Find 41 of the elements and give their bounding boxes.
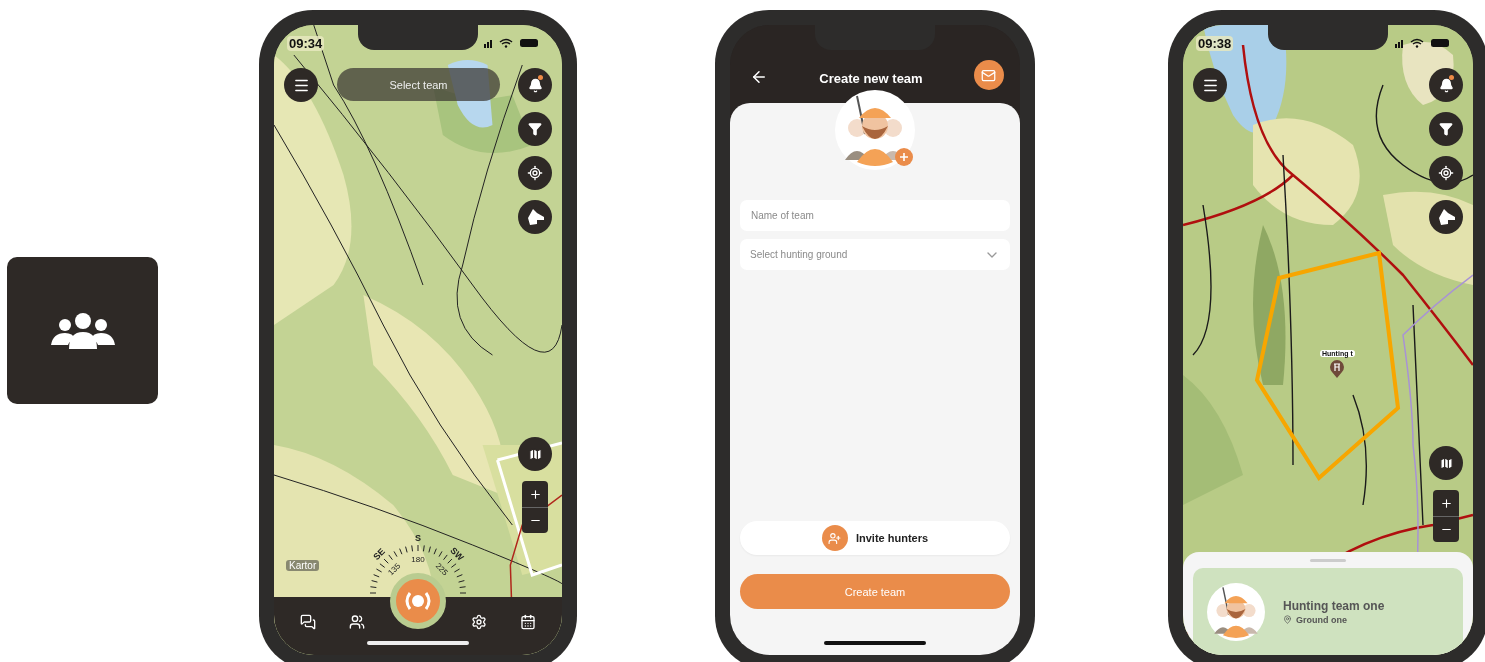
plus-icon xyxy=(528,487,542,501)
locate-icon xyxy=(527,165,543,181)
bell-icon xyxy=(527,77,543,93)
status-icons xyxy=(484,38,540,48)
mail-icon xyxy=(981,67,997,83)
settings-icon xyxy=(471,614,488,630)
chat-icon xyxy=(300,614,317,630)
compass-direction: S xyxy=(415,533,421,543)
team-icon xyxy=(348,614,365,630)
compass-direction: SE xyxy=(371,546,387,562)
hunting-tower-pin-icon[interactable] xyxy=(1329,359,1346,378)
hunting-ground-select[interactable]: Select hunting ground xyxy=(740,239,1010,270)
team-card[interactable]: Hunting team one Ground one xyxy=(1193,568,1463,655)
compass-degree: 180 xyxy=(411,555,425,564)
team-name-field[interactable]: Name of team xyxy=(740,200,1010,231)
map-attribution: Kartor xyxy=(286,560,320,571)
compass-degree: 135 xyxy=(386,561,403,578)
team-icon xyxy=(50,312,115,349)
invite-user-icon xyxy=(828,531,842,545)
filter-icon xyxy=(528,122,542,136)
team-name: Hunting team one xyxy=(1283,598,1385,613)
back-button[interactable] xyxy=(750,68,768,86)
filter-icon xyxy=(1439,122,1453,136)
ground-name: Ground one xyxy=(1283,614,1385,625)
pin-icon xyxy=(1283,615,1292,624)
folded-map-icon xyxy=(1438,455,1454,471)
calendar-icon xyxy=(519,614,536,630)
locate-icon xyxy=(1438,165,1454,181)
compass-degree: 225 xyxy=(433,561,450,578)
compass-direction: SW xyxy=(448,545,466,563)
folded-map-icon xyxy=(527,446,543,462)
team-selector[interactable]: Select team xyxy=(337,68,500,101)
dog-head-icon xyxy=(525,208,545,226)
screen-title: Create new team xyxy=(819,71,923,86)
hunter-team-avatar xyxy=(1207,582,1265,641)
mail-button[interactable] xyxy=(974,60,1004,90)
plus-icon xyxy=(1439,496,1453,510)
bell-icon xyxy=(1438,77,1454,93)
status-icons xyxy=(1395,38,1451,48)
invite-hunters-button[interactable]: Invite hunters xyxy=(740,521,1010,555)
dog-head-icon xyxy=(1436,208,1456,226)
